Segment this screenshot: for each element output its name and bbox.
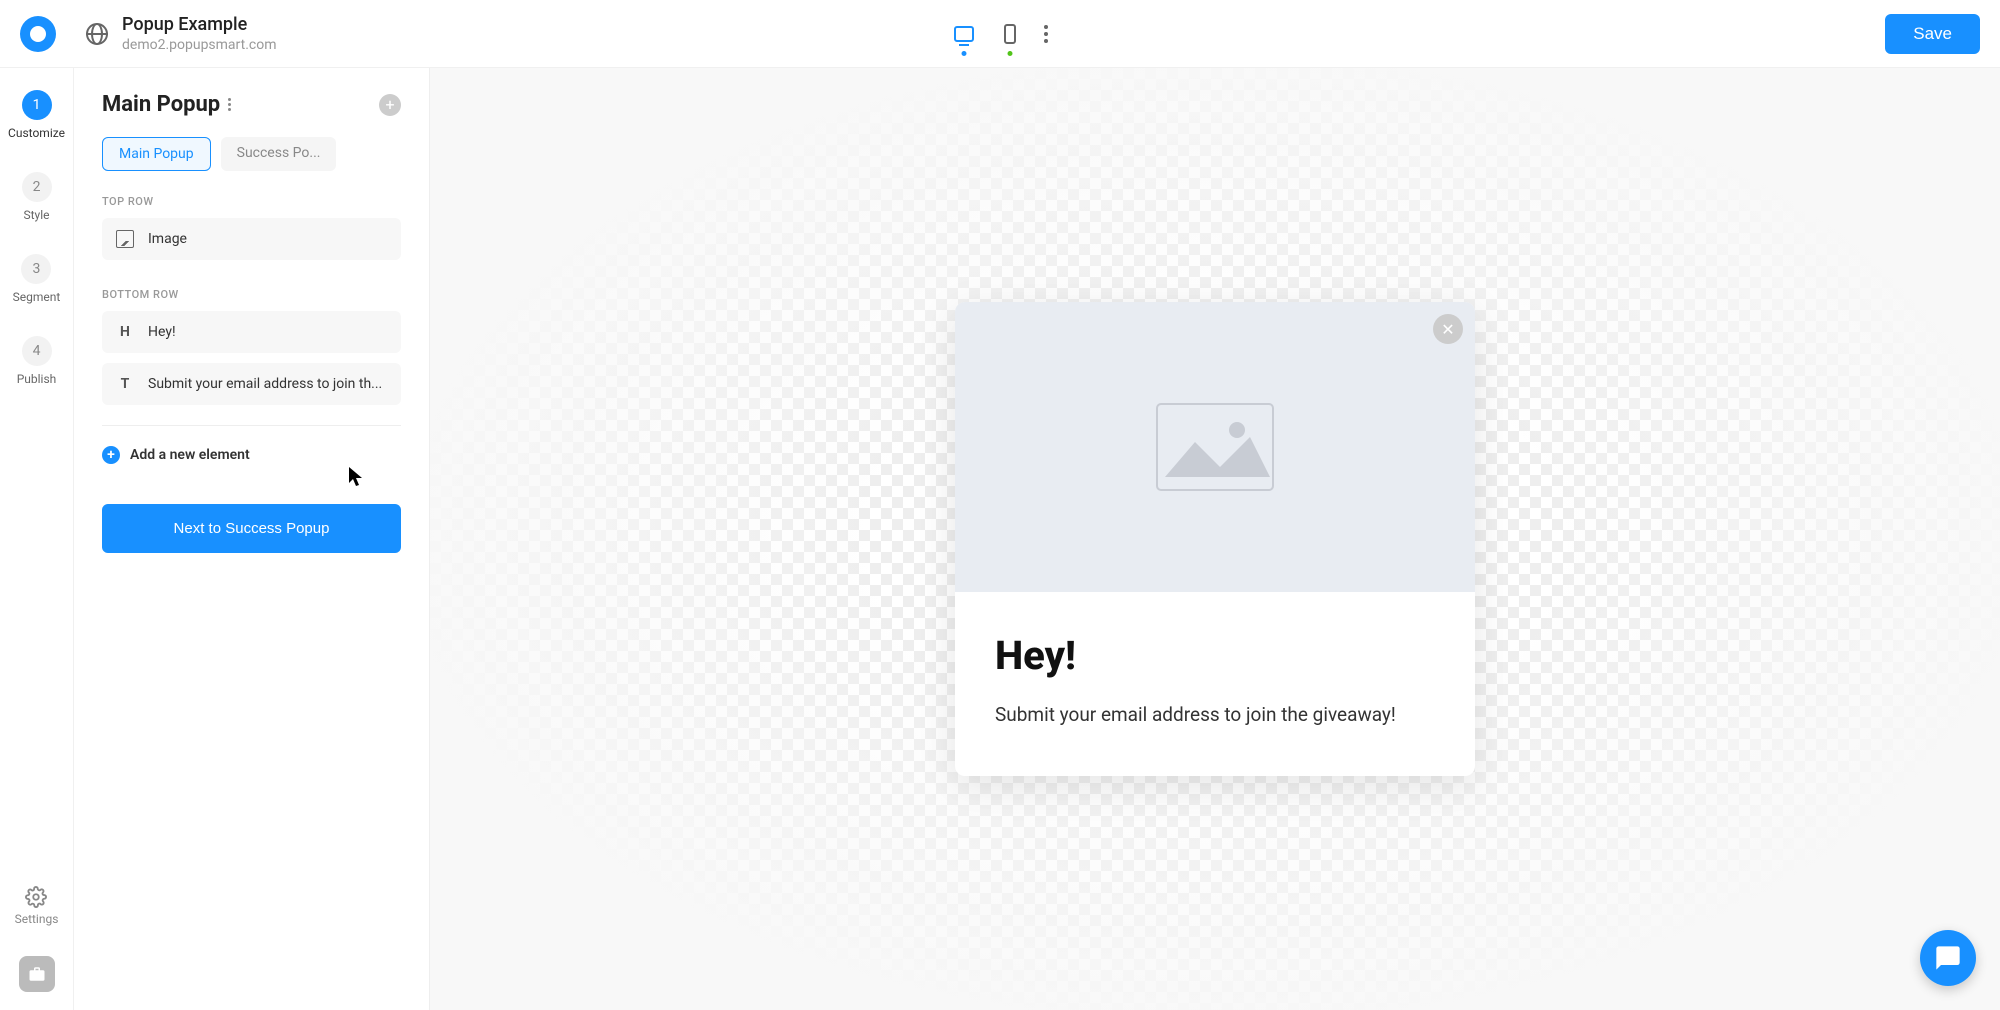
device-desktop-button[interactable]: [952, 22, 976, 46]
editor-panel: Main Popup + Main Popup Success Po... TO…: [74, 68, 430, 1010]
add-element-label: Add a new element: [130, 447, 250, 463]
next-button[interactable]: Next to Success Popup: [102, 504, 401, 553]
element-label: Submit your email address to join th...: [148, 376, 382, 392]
popup-tabs: Main Popup Success Po...: [102, 137, 401, 171]
image-icon: [116, 230, 134, 248]
save-button[interactable]: Save: [1885, 14, 1980, 54]
project-domain: demo2.popupsmart.com: [122, 37, 277, 53]
panel-title: Main Popup: [102, 92, 220, 117]
popup-close-button[interactable]: ✕: [1433, 314, 1463, 344]
element-label: Image: [148, 231, 187, 247]
step-publish[interactable]: 4 Publish: [17, 336, 57, 386]
step-customize[interactable]: 1 Customize: [8, 90, 65, 140]
section-bottom-label: BOTTOM ROW: [102, 288, 401, 301]
heading-icon: H: [116, 323, 134, 341]
panel-add-button[interactable]: +: [379, 94, 401, 116]
tab-main-popup[interactable]: Main Popup: [102, 137, 211, 171]
panel-menu-icon[interactable]: [228, 98, 231, 111]
add-element-button[interactable]: + Add a new element: [102, 446, 401, 464]
step-style[interactable]: 2 Style: [22, 172, 52, 222]
tab-success-popup[interactable]: Success Po...: [221, 137, 337, 171]
element-text[interactable]: T Submit your email address to join th..…: [102, 363, 401, 405]
globe-icon[interactable]: [86, 23, 108, 45]
element-image[interactable]: Image: [102, 218, 401, 260]
text-icon: T: [116, 375, 134, 393]
popup-image-placeholder[interactable]: [955, 302, 1475, 592]
step-rail: 1 Customize 2 Style 3 Segment 4 Publish …: [0, 68, 74, 1010]
more-menu-icon[interactable]: [1044, 25, 1048, 43]
preview-canvas: ✕ Hey! Submit your email address to join…: [430, 68, 2000, 1010]
plus-icon: +: [102, 446, 120, 464]
element-heading[interactable]: H Hey!: [102, 311, 401, 353]
popup-text: Submit your email address to join the gi…: [995, 703, 1435, 726]
briefcase-button[interactable]: [19, 956, 55, 992]
popup-preview: ✕ Hey! Submit your email address to join…: [955, 302, 1475, 776]
top-header: Popup Example demo2.popupsmart.com Save: [0, 0, 2000, 68]
chat-bubble-button[interactable]: [1920, 930, 1976, 986]
project-title-block: Popup Example demo2.popupsmart.com: [122, 14, 277, 53]
step-segment[interactable]: 3 Segment: [13, 254, 61, 304]
app-logo[interactable]: [20, 16, 56, 52]
device-mobile-button[interactable]: [998, 22, 1022, 46]
element-label: Hey!: [148, 324, 176, 340]
settings-button[interactable]: Settings: [15, 886, 59, 926]
device-switcher: [952, 22, 1048, 46]
section-top-label: TOP ROW: [102, 195, 401, 208]
popup-heading: Hey!: [995, 632, 1435, 679]
project-title: Popup Example: [122, 14, 277, 35]
